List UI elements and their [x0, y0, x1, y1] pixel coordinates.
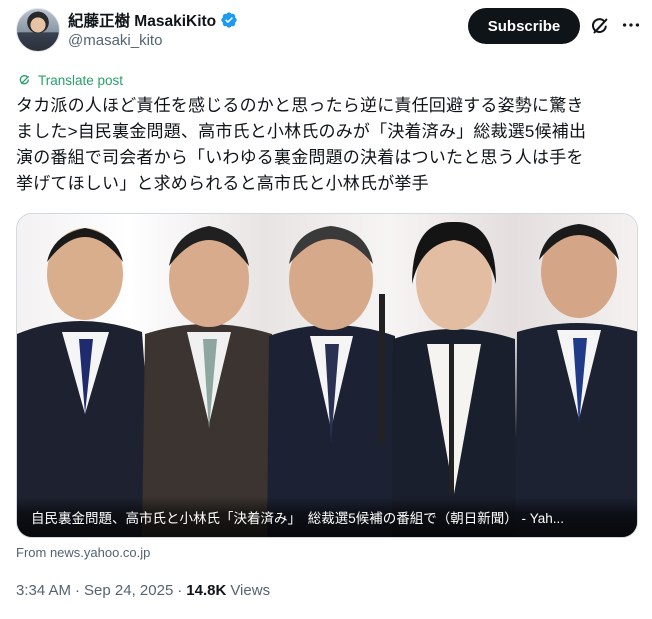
person-photo	[267, 226, 397, 537]
post-text-line: ました>自民裏金問題、高市氏と小林氏のみが「決着済み」総裁選5候補出	[16, 122, 587, 141]
author-display-name[interactable]: 紀藤正樹 MasakiKito	[68, 9, 216, 31]
post-meta: 3:34 AM · Sep 24, 2025 · 14.8K Views	[16, 582, 270, 599]
post-text-line: 演の番組で司会者から「いわゆる裏金問題の決着はついたと思う人は手を	[16, 148, 584, 167]
link-card-caption: 自民裏金問題、高市氏と小林氏「決着済み」 総裁選5候補の番組で（朝日新聞） - …	[17, 497, 637, 537]
post-text-line: 挙げてほしい」と求められると高市氏と小林氏が挙手	[16, 174, 429, 193]
views-count[interactable]: 14.8K	[186, 582, 226, 599]
person-photo	[392, 221, 517, 537]
post-text-line: タカ派の人ほど責任を感じるのかと思ったら逆に責任回避する姿勢に驚き	[16, 96, 584, 115]
person-photo	[17, 228, 157, 537]
author-avatar[interactable]	[16, 8, 60, 52]
translate-post-label: Translate post	[38, 72, 124, 88]
author-handle[interactable]: @masaki_kito	[68, 32, 162, 49]
more-horizontal-icon[interactable]	[620, 14, 642, 36]
verified-badge-icon	[221, 12, 237, 28]
grok-icon[interactable]	[589, 15, 611, 37]
author-name-row: 紀藤正樹 MasakiKito	[68, 9, 238, 31]
post-time[interactable]: 3:34 AM	[16, 582, 71, 599]
subscribe-button[interactable]: Subscribe	[468, 8, 580, 44]
translate-icon	[19, 75, 29, 85]
link-card-title: 自民裏金問題、高市氏と小林氏「決着済み」 総裁選5候補の番組で（朝日新聞） - …	[31, 511, 565, 526]
views-label: Views	[230, 582, 271, 599]
person-photo	[515, 224, 637, 537]
meta-separator: ·	[75, 582, 81, 599]
link-card-image[interactable]: 自民裏金問題、高市氏と小林氏「決着済み」 総裁選5候補の番組で（朝日新聞） - …	[16, 213, 638, 538]
translate-post-link[interactable]: Translate post	[17, 72, 123, 88]
post-body: タカ派の人ほど責任を感じるのかと思ったら逆に責任回避する姿勢に驚き ました>自民…	[16, 93, 642, 197]
link-source[interactable]: From news.yahoo.co.jp	[16, 545, 150, 560]
post-date[interactable]: Sep 24, 2025	[84, 582, 173, 599]
meta-separator: ·	[177, 582, 183, 599]
politicians-photo	[17, 221, 637, 537]
person-photo	[142, 226, 279, 537]
